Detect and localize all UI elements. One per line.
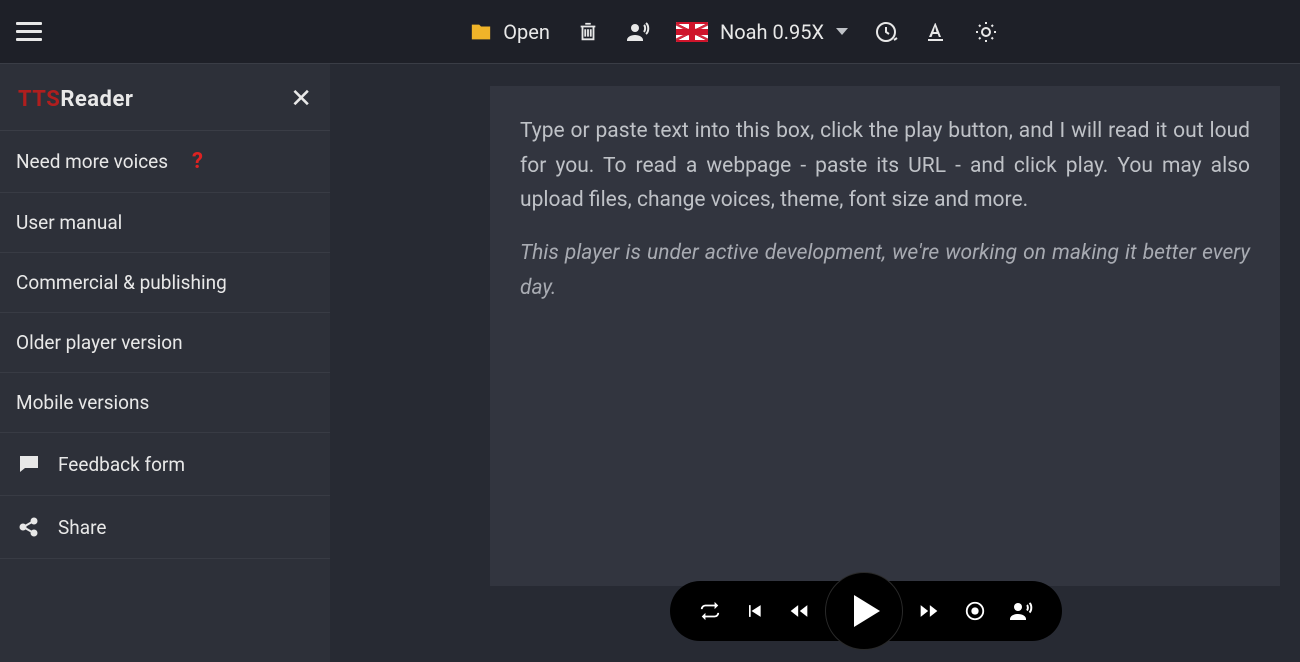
font-icon xyxy=(924,20,948,44)
sidebar-item-mobile[interactable]: Mobile versions xyxy=(0,373,330,433)
trash-icon xyxy=(576,20,600,44)
narrator-button[interactable] xyxy=(626,20,650,44)
sidebar-item-manual[interactable]: User manual xyxy=(0,193,330,253)
chat-icon xyxy=(16,451,42,477)
sidebar-item-label: User manual xyxy=(16,211,122,234)
sidebar-item-label: Share xyxy=(58,516,106,539)
sidebar-item-label: Mobile versions xyxy=(16,391,149,414)
skip-start-button[interactable] xyxy=(744,601,764,621)
sidebar-item-label: Commercial & publishing xyxy=(16,271,227,294)
sidebar: TTSReader ✕ Need more voices ? User manu… xyxy=(0,64,330,662)
trash-button[interactable] xyxy=(576,20,600,44)
brand-prefix: TTS xyxy=(18,87,60,112)
sidebar-item-older[interactable]: Older player version xyxy=(0,313,330,373)
placeholder-paragraph-2: This player is under active development,… xyxy=(520,236,1250,305)
sidebar-item-share[interactable]: Share xyxy=(0,496,330,559)
main-area: Type or paste text into this box, click … xyxy=(330,64,1300,662)
person-voice-icon xyxy=(626,20,650,44)
rewind-button[interactable] xyxy=(786,601,812,621)
voice-label: Noah 0.95X xyxy=(720,20,824,44)
folder-icon xyxy=(469,20,493,44)
brand-logo: TTSReader xyxy=(18,87,133,112)
forward-button[interactable] xyxy=(916,601,942,621)
loop-button[interactable] xyxy=(698,600,722,622)
top-toolbar: Open Noah 0.95X xyxy=(0,0,1300,64)
question-icon: ? xyxy=(192,149,203,174)
speaker-button[interactable] xyxy=(1008,599,1034,623)
player-bar xyxy=(670,576,1062,646)
sidebar-item-voices[interactable]: Need more voices ? xyxy=(0,131,330,193)
sidebar-item-label: Older player version xyxy=(16,331,183,354)
open-button[interactable]: Open xyxy=(469,20,550,44)
brand-suffix: Reader xyxy=(60,87,133,112)
sidebar-header: TTSReader ✕ xyxy=(0,64,330,131)
sidebar-item-label: Need more voices xyxy=(16,150,168,173)
history-button[interactable] xyxy=(874,20,898,44)
menu-hamburger-icon[interactable] xyxy=(16,16,48,48)
sun-icon xyxy=(974,20,998,44)
theme-button[interactable] xyxy=(974,20,998,44)
play-button[interactable] xyxy=(825,572,903,650)
sidebar-item-commercial[interactable]: Commercial & publishing xyxy=(0,253,330,313)
text-editor[interactable]: Type or paste text into this box, click … xyxy=(490,86,1280,586)
font-button[interactable] xyxy=(924,20,948,44)
placeholder-paragraph-1: Type or paste text into this box, click … xyxy=(520,114,1250,218)
sidebar-item-label: Feedback form xyxy=(58,453,185,476)
share-icon xyxy=(16,514,42,540)
play-icon xyxy=(854,595,880,627)
uk-flag-icon xyxy=(676,22,708,42)
record-button[interactable] xyxy=(964,600,986,622)
chevron-down-icon xyxy=(836,28,848,35)
voice-selector[interactable]: Noah 0.95X xyxy=(676,20,848,44)
open-label: Open xyxy=(503,20,550,44)
clock-history-icon xyxy=(874,20,898,44)
sidebar-item-feedback[interactable]: Feedback form xyxy=(0,433,330,496)
close-sidebar-button[interactable]: ✕ xyxy=(290,86,312,112)
